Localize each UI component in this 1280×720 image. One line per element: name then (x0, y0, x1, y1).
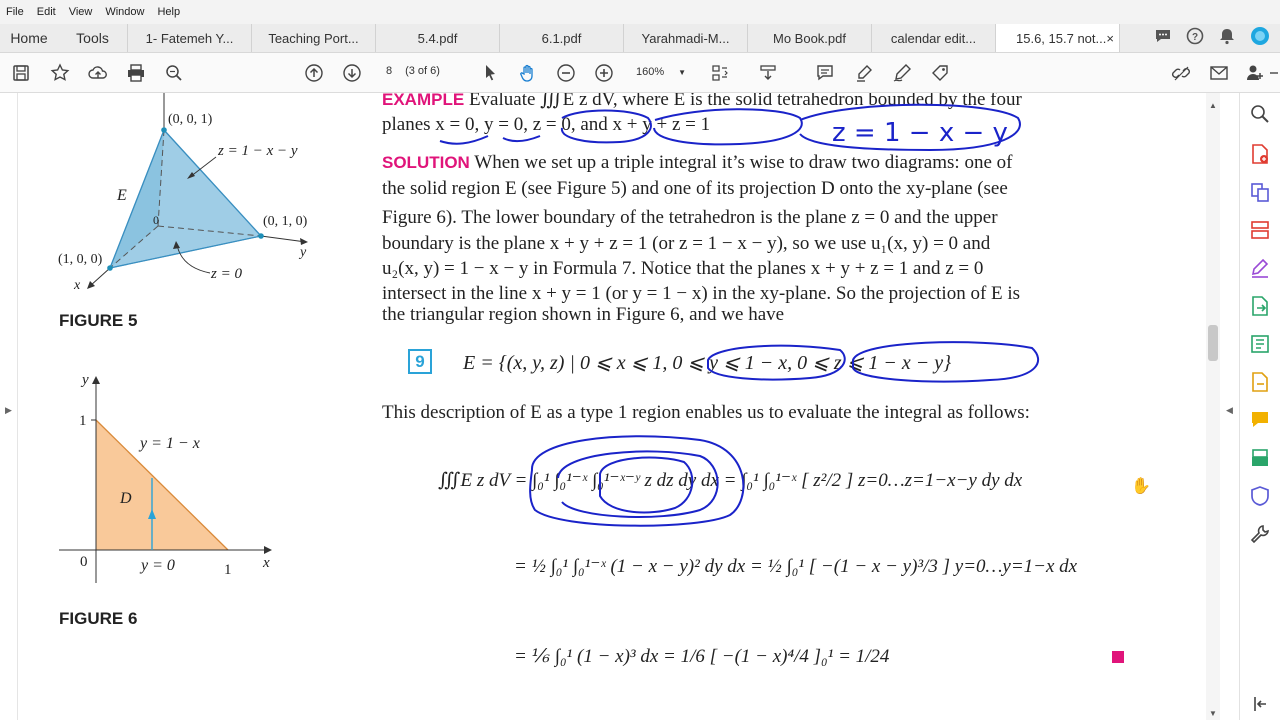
highlight-pen-icon[interactable] (852, 61, 876, 85)
chevron-down-icon: ▼ (678, 68, 687, 77)
ink-annotations: z = 1 − x − y (439, 103, 1040, 527)
zoom-value: 160% (636, 66, 665, 78)
combine-files-icon[interactable] (1249, 181, 1271, 203)
document-page: (0, 0, 1) (0, 1, 0) (1, 0, 0) z = 1 − x … (18, 93, 1206, 720)
page-number-input[interactable]: 8 (380, 65, 398, 77)
fill-sign-icon[interactable] (1249, 257, 1271, 279)
zoom-out-icon[interactable] (554, 61, 578, 85)
next-page-icon[interactable] (340, 61, 364, 85)
zoom-search-icon[interactable] (162, 61, 186, 85)
previous-page-icon[interactable] (302, 61, 326, 85)
bell-icon[interactable] (1218, 27, 1236, 50)
scroll-down-icon[interactable]: ▼ (1209, 709, 1217, 718)
hand-tool-icon[interactable] (516, 61, 540, 85)
collapse-right-panel-icon[interactable]: ◀ (1226, 405, 1233, 416)
comment-icon[interactable] (1154, 27, 1172, 50)
export-pdf-icon[interactable] (1249, 295, 1271, 317)
menu-edit[interactable]: Edit (37, 6, 56, 18)
draw-pen-icon[interactable] (890, 61, 914, 85)
menu-window[interactable]: Window (105, 6, 144, 18)
create-pdf-icon[interactable] (1249, 143, 1271, 165)
page-count: (3 of 6) (405, 65, 440, 77)
end-of-proof-marker (1112, 651, 1124, 663)
ink-circle-inner-integral (599, 456, 694, 514)
edit-pdf-icon[interactable] (1249, 333, 1271, 355)
left-panel-rail: ▶ (0, 93, 18, 720)
handwritten-equation: z = 1 − x − y (832, 118, 1008, 148)
select-cursor-icon[interactable] (478, 61, 502, 85)
ink-underline-y (502, 135, 541, 143)
collapse-panel-icon[interactable] (1249, 693, 1271, 715)
link-edit-icon[interactable] (1169, 61, 1193, 85)
comment-tool-icon[interactable] (1249, 409, 1271, 431)
tab-doc-2[interactable]: Teaching Port... (252, 24, 376, 52)
ink-circle-z-bounds (852, 341, 1040, 383)
menu-view[interactable]: View (69, 6, 93, 18)
tab-doc-7[interactable]: calendar edit... (872, 24, 996, 52)
print-icon[interactable] (124, 61, 148, 85)
add-comment-icon[interactable] (813, 61, 837, 85)
scroll-mode-icon[interactable] (756, 61, 780, 85)
hand-cursor-icon: ✋ (1131, 478, 1151, 495)
close-tab-icon[interactable]: × (1106, 31, 1114, 46)
mail-icon[interactable] (1207, 61, 1231, 85)
ink-circle-z (560, 109, 652, 144)
page-content: (0, 0, 1) (0, 1, 0) (1, 0, 0) z = 1 − x … (18, 93, 1206, 720)
menu-file[interactable]: File (6, 6, 24, 18)
scrollbar-thumb[interactable] (1208, 325, 1218, 361)
tab-bar-icons: ? (1154, 24, 1280, 52)
expand-left-panel-icon[interactable]: ▶ (5, 405, 12, 416)
save-icon[interactable] (9, 61, 33, 85)
menu-help[interactable]: Help (157, 6, 180, 18)
ink-circle-plane (653, 108, 803, 146)
more-tools-icon[interactable] (1266, 61, 1280, 85)
page-indicator: 8 (3 of 6) (380, 65, 440, 77)
print-production-icon[interactable] (1249, 447, 1271, 469)
page-display-icon[interactable] (708, 61, 732, 85)
bookmark-star-icon[interactable] (48, 61, 72, 85)
scroll-up-icon[interactable]: ▲ (1209, 101, 1217, 110)
add-user-icon[interactable] (1243, 61, 1267, 85)
account-avatar-icon[interactable] (1250, 26, 1270, 51)
zoom-in-icon[interactable] (592, 61, 616, 85)
zoom-level-select[interactable]: 160% ▼ (636, 66, 686, 78)
ink-circle-y-bounds (707, 344, 846, 381)
tab-bar: Home Tools 1- Fatemeh Y... Teaching Port… (0, 24, 1280, 53)
right-tools-panel (1240, 93, 1280, 720)
ink-underline-x (439, 135, 489, 145)
tab-doc-4[interactable]: 6.1.pdf (500, 24, 624, 52)
export-file-icon[interactable] (1249, 371, 1271, 393)
tab-doc-6[interactable]: Mo Book.pdf (748, 24, 872, 52)
organize-pages-icon[interactable] (1249, 219, 1271, 241)
menu-bar: File Edit View Window Help (0, 0, 1280, 24)
tab-doc-active[interactable]: 15.6, 15.7 not... × (996, 24, 1120, 52)
stamp-tag-icon[interactable] (928, 61, 952, 85)
search-icon[interactable] (1249, 103, 1271, 125)
tab-tools[interactable]: Tools (58, 24, 128, 52)
help-icon[interactable]: ? (1186, 27, 1204, 50)
tab-doc-3[interactable]: 5.4.pdf (376, 24, 500, 52)
toolbar: 8 (3 of 6) 160% ▼ (0, 53, 1280, 93)
protect-shield-icon[interactable] (1249, 485, 1271, 507)
tab-doc-1[interactable]: 1- Fatemeh Y... (128, 24, 252, 52)
tab-doc-5[interactable]: Yarahmadi-M... (624, 24, 748, 52)
ink-circle-middle-integral (557, 450, 719, 518)
cloud-upload-icon[interactable] (86, 61, 110, 85)
tab-home[interactable]: Home (0, 24, 58, 52)
svg-text:?: ? (1192, 32, 1198, 43)
right-panel-gutter: ◀ (1220, 93, 1240, 720)
vertical-scrollbar[interactable]: ▲ ▼ (1206, 93, 1220, 720)
tab-active-label: 15.6, 15.7 not... (1016, 30, 1107, 46)
more-tools-wrench-icon[interactable] (1249, 523, 1271, 545)
